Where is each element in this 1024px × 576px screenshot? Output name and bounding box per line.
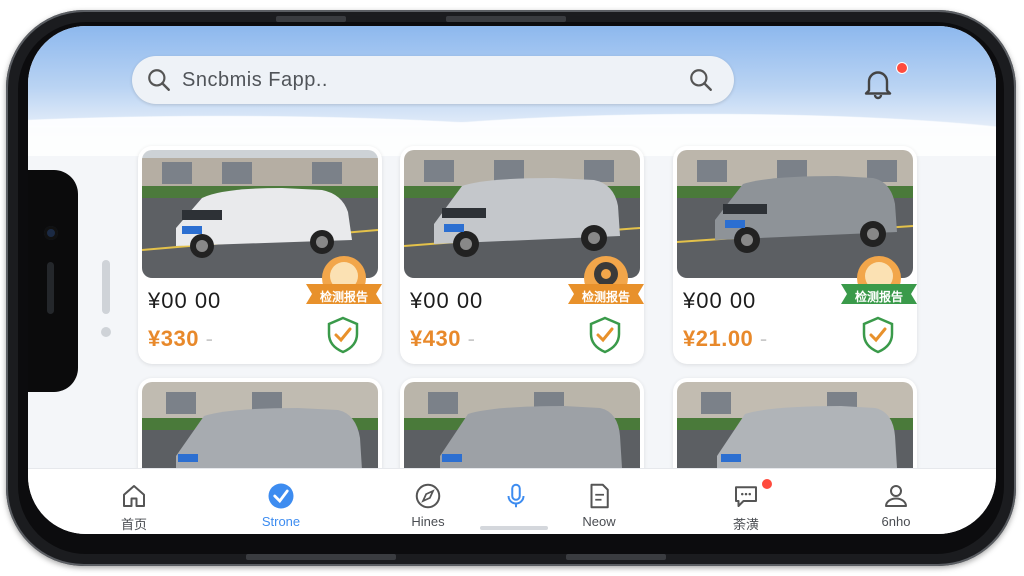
user-icon (885, 485, 907, 507)
shield-check-icon (327, 316, 359, 354)
phone-button (246, 554, 396, 560)
listing-price: ¥00 00 (410, 288, 484, 313)
bell-icon[interactable] (860, 64, 896, 102)
listing-card[interactable]: ¥00 00 ¥430 - 检测报告 (400, 146, 644, 364)
listing-sale-price: ¥430 (410, 326, 461, 351)
document-icon (590, 483, 609, 509)
home-indicator[interactable] (480, 526, 548, 530)
inspection-badge-label: 检测报告 (319, 290, 368, 304)
listing-card[interactable]: ¥00 00 ¥330 - 检测报告 (138, 146, 382, 364)
phone-button (566, 554, 666, 560)
car-body (717, 406, 897, 476)
tab-label: Neow (582, 514, 616, 529)
speaker-grille (47, 262, 54, 314)
price-suffix: - (759, 326, 768, 351)
listing-sale-price: ¥330 (148, 326, 199, 351)
search-input[interactable]: Sncbmis Fapp.. (182, 69, 328, 92)
car-body (440, 406, 622, 476)
listing-price: ¥00 00 (683, 288, 757, 313)
tab-label: Hines (411, 514, 445, 529)
tab-hines[interactable]: Hines (388, 481, 468, 529)
tab-neow[interactable]: Neow (559, 481, 639, 529)
microphone-icon (507, 483, 525, 508)
tab-label: 荼潢 (732, 517, 759, 532)
notification-dot (762, 479, 772, 489)
tab-label: Strone (261, 514, 301, 529)
compass-icon (415, 483, 441, 509)
app-screen: Sncbmis Fapp.. ¥00 00 ¥330 - 检测报告 ¥00 00… (28, 26, 996, 534)
tab-label: 首页 (120, 517, 147, 532)
inspection-badge-label: 检测报告 (581, 290, 630, 304)
listing-price: ¥00 00 (148, 288, 222, 313)
inspection-badge-label: 检测报告 (854, 290, 903, 304)
listing-sale-price: ¥430 - (410, 326, 475, 352)
tab-voice[interactable] (476, 481, 556, 514)
tab-label: 6nho (881, 514, 911, 529)
tab-home[interactable]: 首页 (94, 481, 174, 533)
search-icon (148, 69, 170, 91)
price-suffix: - (467, 326, 476, 351)
check-circle-icon (268, 483, 294, 509)
listing-sale-price: ¥21.00 - (683, 326, 768, 352)
shield-check-icon (589, 316, 621, 354)
search-bar[interactable]: Sncbmis Fapp.. (132, 56, 734, 104)
tab-messages[interactable]: 荼潢 (706, 481, 786, 533)
camera-icon (44, 226, 58, 240)
scroll-dot (101, 327, 111, 337)
home-icon (123, 485, 145, 507)
tab-profile[interactable]: 6nho (856, 481, 936, 529)
shield-check-icon (862, 316, 894, 354)
bottom-tab-bar: 首页 Strone Hines Neow 荼潢 6nho (28, 468, 996, 534)
price-suffix: - (205, 326, 214, 351)
notification-dot (896, 62, 908, 74)
scroll-pill (102, 260, 110, 314)
tab-strone[interactable]: Strone (241, 481, 321, 529)
listing-sale-price: ¥21.00 (683, 326, 754, 351)
chat-icon (735, 486, 757, 507)
search-icon[interactable] (688, 67, 714, 93)
listing-card[interactable]: ¥00 00 ¥21.00 - 检测报告 (673, 146, 917, 364)
listing-sale-price: ¥330 - (148, 326, 213, 352)
